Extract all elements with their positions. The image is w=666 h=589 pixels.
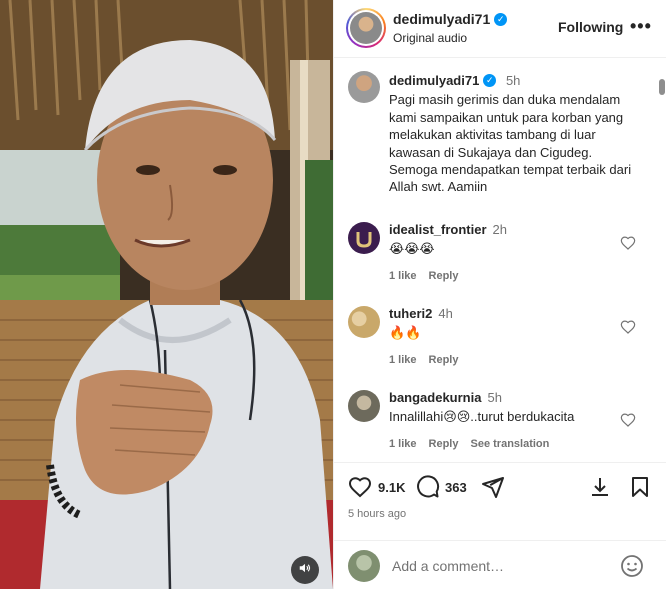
comment-avatar[interactable]	[348, 222, 380, 254]
comment-time[interactable]: 4h	[438, 306, 452, 321]
caption-avatar[interactable]	[348, 71, 380, 103]
comment-item: idealist_frontier 2h 😭😭😭 1 like Reply	[348, 222, 654, 292]
volume-icon	[298, 561, 312, 580]
comment-username[interactable]: idealist_frontier 2h	[389, 222, 507, 237]
verified-badge-icon: ✓	[483, 74, 497, 88]
post-video-frame	[0, 0, 333, 589]
like-comment-heart-icon[interactable]	[620, 235, 636, 251]
comment-avatar[interactable]	[348, 306, 380, 338]
verified-badge-icon: ✓	[494, 12, 508, 26]
reply-button[interactable]: Reply	[429, 270, 459, 282]
comment-time[interactable]: 2h	[493, 222, 507, 237]
comment-likes[interactable]: 1 like	[389, 354, 417, 366]
comment-likes[interactable]: 1 like	[389, 270, 417, 282]
comment-meta: 1 like Reply See translation	[389, 438, 549, 450]
like-heart-icon[interactable]	[348, 475, 372, 499]
post-actions: 9.1K 363 5 hours ago	[334, 462, 666, 540]
reply-button[interactable]: Reply	[429, 438, 459, 450]
comment-likes[interactable]: 1 like	[389, 438, 417, 450]
comment-count[interactable]: 363	[445, 480, 467, 495]
like-count[interactable]: 9.1K	[378, 480, 405, 495]
comment-avatar[interactable]	[348, 390, 380, 422]
comment-item: bangadekurnia 5h Innalillahi😢😢..turut ber…	[348, 390, 654, 456]
save-bookmark-icon[interactable]	[628, 475, 652, 499]
original-audio-link[interactable]: Original audio	[393, 31, 467, 45]
download-icon[interactable]	[588, 475, 612, 499]
caption-time[interactable]: 5h	[506, 73, 520, 88]
like-comment-heart-icon[interactable]	[620, 412, 636, 428]
caption-text: Pagi masih gerimis dan duka mendalam kam…	[389, 92, 632, 195]
caption-username[interactable]: dedimulyadi71 ✓	[389, 72, 497, 89]
post-media[interactable]	[0, 0, 333, 589]
share-icon[interactable]	[481, 475, 505, 499]
comment-text: 🔥🔥	[389, 325, 422, 340]
emoji-icon[interactable]	[620, 554, 644, 578]
comment-meta: 1 like Reply	[389, 354, 459, 366]
current-user-avatar[interactable]	[348, 550, 380, 582]
like-comment-heart-icon[interactable]	[620, 319, 636, 335]
comment-username[interactable]: tuheri2 4h	[389, 306, 453, 321]
comment-icon[interactable]	[416, 475, 440, 499]
add-comment-bar	[334, 540, 666, 589]
comments-section[interactable]: dedimulyadi71 ✓ 5h Pagi masih gerimis da…	[334, 59, 666, 456]
comment-item: tuheri2 4h 🔥🔥 1 like Reply	[348, 306, 654, 376]
reply-button[interactable]: Reply	[429, 354, 459, 366]
post-timestamp[interactable]: 5 hours ago	[348, 508, 406, 520]
comment-text: Innalillahi😢😢..turut berdukacita	[389, 409, 575, 424]
comment-username[interactable]: bangadekurnia 5h	[389, 390, 502, 405]
scrollbar-thumb[interactable]	[659, 79, 665, 95]
following-button[interactable]: Following	[558, 19, 623, 35]
more-options-icon[interactable]: •••	[630, 17, 652, 35]
author-username[interactable]: dedimulyadi71 ✓	[393, 11, 508, 27]
comment-time[interactable]: 5h	[487, 390, 501, 405]
audio-toggle-button[interactable]	[291, 556, 319, 584]
comments-scrollbar[interactable]	[659, 79, 665, 449]
comment-text: 😭😭😭	[389, 241, 435, 256]
author-avatar[interactable]	[346, 8, 386, 48]
post-header: dedimulyadi71 ✓ Original audio Following…	[334, 0, 666, 58]
see-translation-link[interactable]: See translation	[471, 438, 550, 450]
comment-meta: 1 like Reply	[389, 270, 459, 282]
comment-input[interactable]	[392, 555, 612, 577]
post-details-panel: dedimulyadi71 ✓ Original audio Following…	[333, 0, 666, 589]
